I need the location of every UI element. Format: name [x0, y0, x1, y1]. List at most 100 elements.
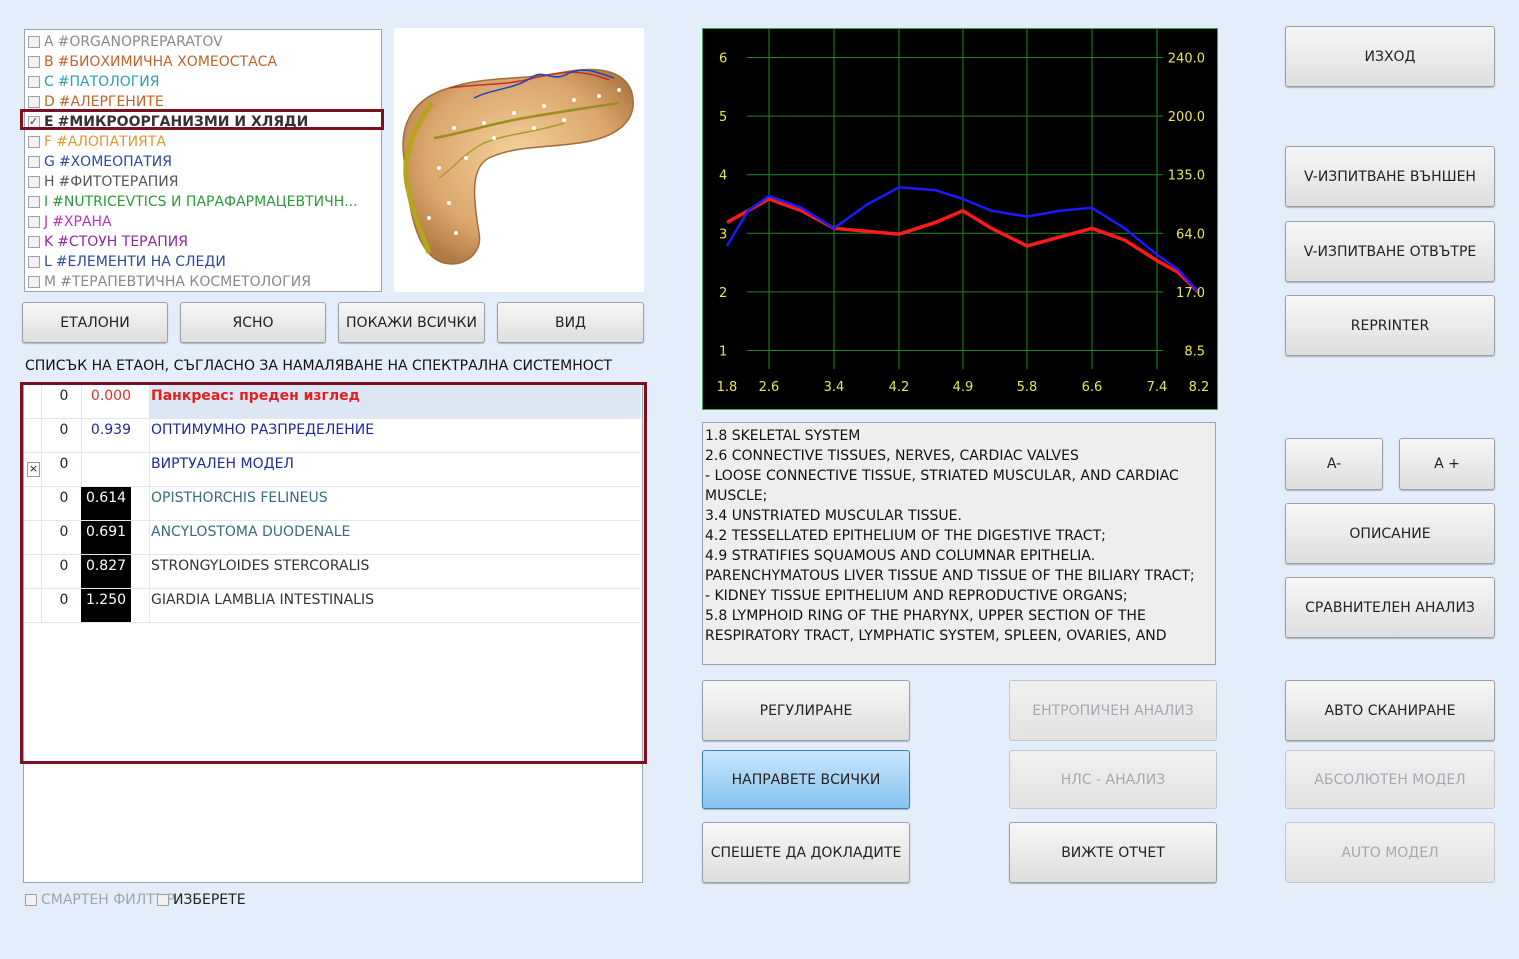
auto-scan-button[interactable]: АВТО СКАНИРАНЕ [1285, 680, 1495, 741]
category-list[interactable]: A # ORGANOPREPARATOV B # БИОХИМИЧНА ХОМЕОСТ… [24, 29, 382, 292]
category-letter: A [44, 34, 54, 50]
category-item[interactable]: H # ФИТОТЕРАПИЯ [28, 172, 381, 192]
table-row[interactable]: 0 0.939 ОПТИМУМНО РАЗПРЕДЕЛЕНИЕ [24, 419, 640, 453]
font-decrease-button[interactable]: A- [1285, 438, 1383, 490]
x-tick-label: 2.6 [759, 380, 780, 395]
regulate-button[interactable]: РЕГУЛИРАНЕ [702, 680, 910, 741]
category-checkbox[interactable] [28, 136, 40, 148]
category-checkbox[interactable] [28, 76, 40, 88]
table-row[interactable]: 0 0.614 OPISTHORCHIS FELINEUS [24, 487, 640, 521]
row-name: ОПТИМУМНО РАЗПРЕДЕЛЕНИЕ [151, 422, 375, 438]
category-item[interactable]: A # ORGANOPREPARATOV [28, 32, 381, 52]
row-value: 0.691 [81, 521, 131, 554]
category-checkbox[interactable] [28, 156, 40, 168]
row-count: 0 [59, 592, 69, 608]
category-letter: F [44, 134, 53, 150]
save-report-button[interactable]: СПЕШЕТЕ ДА ДОКЛАДИТЕ [702, 822, 910, 883]
table-row[interactable]: 0 0.827 STRONGYLOIDES STERCORALIS [24, 555, 640, 589]
category-checkbox[interactable] [28, 176, 40, 188]
row-name: Панкреас: преден изглед [149, 385, 641, 418]
category-letter: D [44, 94, 55, 110]
category-item[interactable]: J # ХРАНА [28, 212, 381, 232]
view-report-button[interactable]: ВИЖТЕ ОТЧЕТ [1009, 822, 1217, 883]
y-left-tick-label: 5 [719, 110, 727, 125]
description-panel[interactable]: 1.8 SKELETAL SYSTEM 2.6 CONNECTIVE TISSUE… [702, 422, 1216, 665]
table-row[interactable]: × 0 ВИРТУАЛЕН МОДЕЛ [24, 453, 640, 487]
y-right-tick-label: 17.0 [1176, 286, 1205, 301]
category-separator: # [57, 54, 70, 70]
category-item[interactable]: F # АЛОПАТИЯТА [28, 132, 381, 152]
nls-analysis-button[interactable]: НЛС - АНАЛИЗ [1009, 750, 1217, 809]
show-all-button[interactable]: ПОКАЖИ ВСИЧКИ [338, 302, 485, 343]
results-table[interactable]: 0 0.000 Панкреас: преден изглед 0 0.939 ОПТИМ… [23, 384, 643, 883]
category-label: ЕЛЕМЕНТИ НА СЛЕДИ [67, 254, 226, 270]
table-row[interactable]: 0 1.250 GIARDIA LAMBLIA INTESTINALIS [24, 589, 640, 623]
category-checkbox[interactable] [28, 96, 40, 108]
category-item[interactable]: M # ТЕРАПЕВТИЧНА КОСМЕТОЛОГИЯ [28, 272, 381, 292]
table-row[interactable]: 0 0.000 Панкреас: преден изглед [24, 385, 641, 419]
category-checkbox[interactable] [28, 56, 40, 68]
category-checkbox[interactable] [28, 196, 40, 208]
description-line: 4.9 STRATIFIES SQUAMOUS AND COLUMNAR EPI… [705, 548, 1195, 584]
etalons-button[interactable]: ЕТАЛОНИ [22, 302, 168, 343]
category-checkbox[interactable] [28, 236, 40, 248]
auto-model-button[interactable]: AUTO МОДЕЛ [1285, 822, 1495, 883]
y-right-tick-label: 135.0 [1168, 169, 1205, 184]
x-tick-label: 4.9 [953, 380, 974, 395]
clear-button[interactable]: ЯСНО [180, 302, 326, 343]
category-checkbox[interactable] [28, 36, 40, 48]
description-button[interactable]: ОПИСАНИЕ [1285, 503, 1495, 564]
category-label: ХОМЕОПАТИЯ [70, 154, 173, 170]
row-marker: × [25, 453, 41, 486]
row-value [81, 453, 131, 486]
category-separator: # [57, 114, 70, 130]
category-item[interactable]: E# МИКРООРГАНИЗМИ И ХЛЯДИ [28, 112, 381, 132]
row-count: 0 [59, 422, 69, 438]
category-item[interactable]: G # ХОМЕОПАТИЯ [28, 152, 381, 172]
row-count: 0 [59, 558, 69, 574]
pancreas-illustration [402, 68, 634, 265]
remove-mark-icon[interactable]: × [27, 462, 40, 477]
row-value: 0.000 [90, 388, 131, 404]
description-line: 4.2 TESSELLATED EPITHELIUM OF THE DIGEST… [705, 528, 1106, 544]
font-increase-button[interactable]: A + [1399, 438, 1495, 490]
y-left-tick-label: 3 [719, 227, 727, 242]
comparative-analysis-button[interactable]: СРАВНИТЕЛЕН АНАЛИЗ [1285, 577, 1495, 638]
category-letter: H [44, 174, 55, 190]
category-item[interactable]: B # БИОХИМИЧНА ХОМЕОСТАСА [28, 52, 381, 72]
category-checkbox[interactable] [28, 256, 40, 268]
row-marker [25, 589, 41, 622]
category-checkbox[interactable] [28, 216, 40, 228]
category-separator: # [57, 234, 69, 250]
category-item[interactable]: I # NUTRICEVTICS И ПАРАФАРМАЦЕВТИЧН... [28, 192, 381, 212]
description-line: 2.6 CONNECTIVE TISSUES, NERVES, CARDIAC … [705, 448, 1079, 464]
table-row[interactable]: 0 0.691 ANCYLOSTOMA DUODENALE [24, 521, 640, 555]
smart-filter-checkbox[interactable] [25, 894, 37, 906]
entropy-analysis-button[interactable]: ЕНТРОПИЧЕН АНАЛИЗ [1009, 680, 1217, 741]
category-checkbox[interactable] [28, 112, 40, 132]
exit-button[interactable]: ИЗХОД [1285, 26, 1495, 87]
x-tick-label: 8.2 [1189, 380, 1210, 395]
category-letter: L [44, 254, 52, 270]
row-marker [25, 521, 41, 554]
y-right-tick-label: 8.5 [1184, 345, 1205, 360]
v-test-inner-button[interactable]: V-ИЗПИТВАНЕ ОТВЪТРЕ [1285, 221, 1495, 282]
description-line: 3.4 UNSTRIATED MUSCULAR TISSUE. [705, 508, 962, 524]
select-checkbox[interactable] [156, 894, 169, 906]
row-name: GIARDIA LAMBLIA INTESTINALIS [151, 592, 374, 608]
category-letter: J [44, 214, 49, 230]
row-value: 0.939 [90, 422, 131, 438]
x-tick-label: 1.8 [717, 380, 738, 395]
do-all-button[interactable]: НАПРАВЕТЕ ВСИЧКИ [702, 750, 910, 809]
absolute-model-button[interactable]: АБСОЛЮТЕН МОДЕЛ [1285, 750, 1495, 809]
reprinter-button[interactable]: REPRINTER [1285, 295, 1495, 356]
category-item[interactable]: D # АЛЕРГЕНИТЕ [28, 92, 381, 112]
view-button[interactable]: ВИД [497, 302, 644, 343]
category-item[interactable]: C # ПАТОЛОГИЯ [28, 72, 381, 92]
y-left-tick-label: 2 [719, 286, 727, 301]
category-item[interactable]: K # СТОУН ТЕРАПИЯ [28, 232, 381, 252]
category-checkbox[interactable] [28, 276, 40, 288]
v-test-outer-button[interactable]: V-ИЗПИТВАНЕ ВЪНШЕН [1285, 146, 1495, 207]
select-label: ИЗБЕРЕТЕ [172, 892, 246, 908]
category-item[interactable]: L # ЕЛЕМЕНТИ НА СЛЕДИ [28, 252, 381, 272]
